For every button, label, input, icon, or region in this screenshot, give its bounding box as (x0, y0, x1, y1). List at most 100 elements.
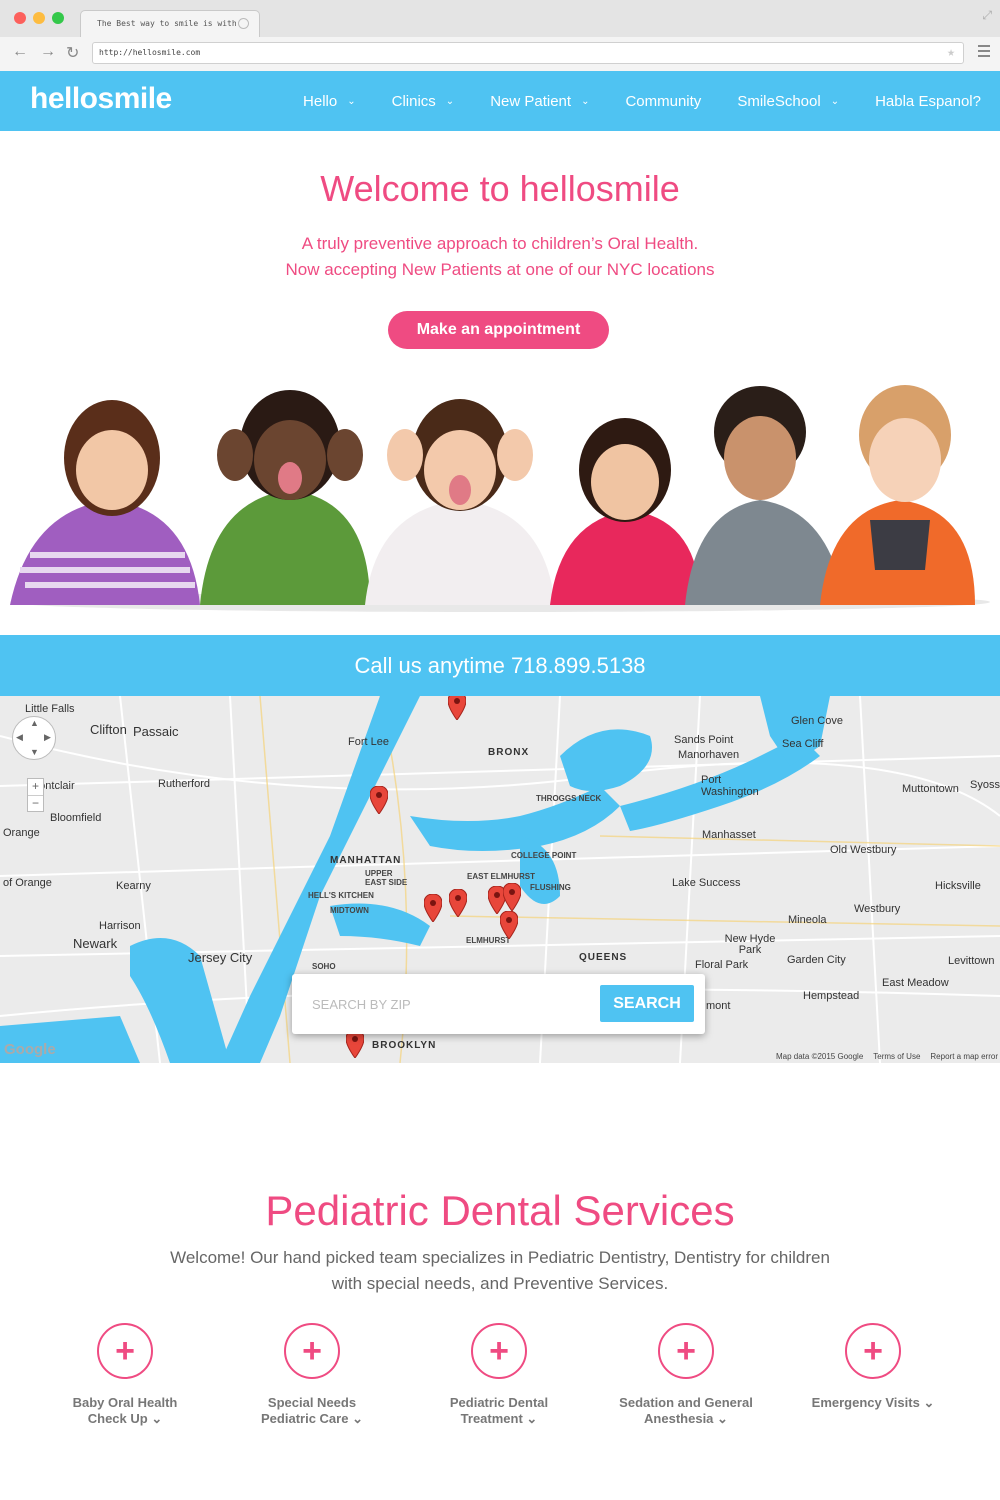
tagline-line-1: A truly preventive approach to children’… (301, 234, 699, 253)
nav-label: Clinics (391, 92, 436, 110)
map-label: Port Washington (701, 774, 759, 798)
clinic-map[interactable]: Little Falls Clifton Passaic Montclair B… (0, 696, 1000, 1063)
clinic-pin-icon[interactable] (370, 786, 388, 814)
map-label: HELL'S KITCHEN (308, 891, 374, 900)
nav-label: SmileSchool (737, 92, 821, 110)
service-label-line-1: Baby Oral Health (72, 1395, 178, 1410)
hero-tagline: A truly preventive approach to children’… (0, 231, 1000, 283)
nav-item-smileschool[interactable]: SmileSchool ⌄ (737, 93, 839, 110)
map-label: Syoss (970, 779, 1000, 791)
minimize-window-button[interactable] (33, 12, 45, 24)
nav-item-hello[interactable]: Hello ⌄ (303, 93, 356, 110)
map-label: SOHO (312, 962, 336, 971)
map-label: Manhasset (702, 829, 756, 841)
service-special-needs[interactable]: + Special Needs Pediatric Care ⌄ (222, 1323, 402, 1427)
clinic-pin-icon[interactable] (448, 696, 466, 720)
zoom-out-button[interactable]: − (28, 795, 43, 811)
forward-arrow-icon[interactable]: → (40, 43, 56, 61)
plus-icon: + (284, 1323, 340, 1379)
back-arrow-icon[interactable]: ← (12, 43, 28, 61)
service-baby-oral-health[interactable]: + Baby Oral Health Check Up ⌄ (35, 1323, 215, 1427)
make-appointment-button[interactable]: Make an appointment (388, 311, 609, 349)
tab-close-icon[interactable] (238, 18, 249, 29)
nav-label: New Patient (490, 92, 572, 110)
address-bar[interactable]: http://hellosmile.com ★ (92, 42, 964, 64)
service-label: Baby Oral Health Check Up ⌄ (35, 1395, 215, 1427)
map-label: Orange (3, 827, 40, 839)
chevron-down-icon: ⌄ (526, 1411, 538, 1426)
map-label: COLLEGE POINT (511, 851, 577, 860)
fullscreen-icon[interactable]: ⤢ (982, 8, 992, 23)
map-label: QUEENS (579, 952, 628, 963)
plus-icon: + (471, 1323, 527, 1379)
site-logo[interactable]: hellosmile (30, 82, 172, 116)
nav-label: Habla Espanol? (875, 92, 981, 110)
browser-chrome: The Best way to smile is with ⤢ ← → ↻ ht… (0, 0, 1000, 71)
clinic-pin-icon[interactable] (503, 883, 521, 911)
main-nav: Hello ⌄ Clinics ⌄ New Patient ⌄ Community S… (303, 71, 981, 131)
pan-up-icon[interactable]: ▲ (30, 718, 39, 728)
clinic-pin-icon[interactable] (500, 911, 518, 939)
map-label: Floral Park (695, 959, 749, 971)
nav-item-community[interactable]: Community (625, 93, 701, 110)
service-label: Sedation and General Anesthesia ⌄ (596, 1395, 776, 1427)
browser-tab[interactable]: The Best way to smile is with (80, 10, 260, 37)
map-label: New Hyde Park (724, 933, 776, 956)
site-header: hellosmile Hello ⌄ Clinics ⌄ New Patient ⌄ … (0, 71, 1000, 131)
service-pediatric-dental-treatment[interactable]: + Pediatric Dental Treatment ⌄ (409, 1323, 589, 1427)
chevron-down-icon: ⌄ (151, 1411, 163, 1426)
bookmark-star-icon[interactable]: ★ (947, 45, 955, 60)
chevron-down-icon: ⌄ (347, 95, 356, 107)
map-label: Lake Success (672, 877, 741, 889)
map-label: MIDTOWN (330, 906, 369, 915)
pan-right-icon[interactable]: ▶ (44, 732, 51, 743)
reload-icon[interactable]: ↻ (66, 43, 79, 63)
map-label: Sands Point (674, 734, 734, 746)
close-window-button[interactable] (14, 12, 26, 24)
map-label: mont (706, 1000, 731, 1012)
clinic-pin-icon[interactable] (424, 894, 442, 922)
service-label-line-1: Pediatric Dental (449, 1395, 549, 1410)
tagline-line-2: Now accepting New Patients at one of our… (285, 260, 715, 279)
chevron-down-icon: ⌄ (717, 1411, 728, 1426)
terms-of-use-link[interactable]: Terms of Use (873, 1052, 920, 1061)
map-label: Glen Cove (791, 715, 843, 727)
plus-icon: + (97, 1323, 153, 1379)
map-label: Rutherford (158, 778, 210, 790)
map-label: BRONX (488, 747, 530, 758)
pan-down-icon[interactable]: ▼ (30, 747, 39, 757)
map-label: THROGGS NECK (536, 794, 602, 803)
clinic-pin-icon[interactable] (346, 1030, 364, 1058)
map-label: Hempstead (803, 990, 860, 1002)
pan-left-icon[interactable]: ◀ (16, 732, 23, 743)
map-label: BROOKLYN (372, 1040, 437, 1051)
service-emergency-visits[interactable]: + Emergency Visits ⌄ (783, 1323, 963, 1411)
url-text: http://hellosmile.com (99, 48, 201, 57)
map-label: EAST ELMHURST (467, 872, 535, 881)
service-label: Special Needs Pediatric Care ⌄ (222, 1395, 402, 1427)
nav-item-clinics[interactable]: Clinics ⌄ (392, 93, 455, 110)
service-sedation-anesthesia[interactable]: + Sedation and General Anesthesia ⌄ (596, 1323, 776, 1427)
map-data-credit: Map data ©2015 Google (775, 1052, 864, 1061)
map-label: Hicksville (935, 880, 981, 892)
clinic-pin-icon[interactable] (449, 889, 467, 917)
zip-search-input[interactable] (302, 986, 592, 1022)
nav-item-new-patient[interactable]: New Patient ⌄ (490, 93, 589, 110)
map-label: UPPER EAST SIDE (365, 869, 408, 887)
nav-item-habla-espanol[interactable]: Habla Espanol? (875, 93, 981, 110)
map-label: Harrison (99, 920, 141, 932)
browser-toolbar: ← → ↻ http://hellosmile.com ★ (0, 37, 1000, 71)
zoom-in-button[interactable]: + (28, 779, 43, 795)
map-pan-control[interactable]: ▲ ▼ ◀ ▶ (12, 716, 56, 760)
google-logo[interactable]: Google (4, 1041, 56, 1058)
map-zoom-control: + − (27, 778, 44, 812)
browser-menu-icon[interactable] (978, 45, 990, 60)
map-label: Garden City (787, 954, 846, 966)
service-label-line-2: Pediatric Care (261, 1411, 349, 1426)
maximize-window-button[interactable] (52, 12, 64, 24)
map-label: Manorhaven (678, 749, 740, 761)
service-label-line-1: Emergency Visits (811, 1395, 920, 1410)
search-button[interactable]: SEARCH (600, 985, 694, 1022)
report-map-error-link[interactable]: Report a map error (930, 1052, 998, 1061)
zip-search-box: SEARCH (292, 974, 705, 1034)
